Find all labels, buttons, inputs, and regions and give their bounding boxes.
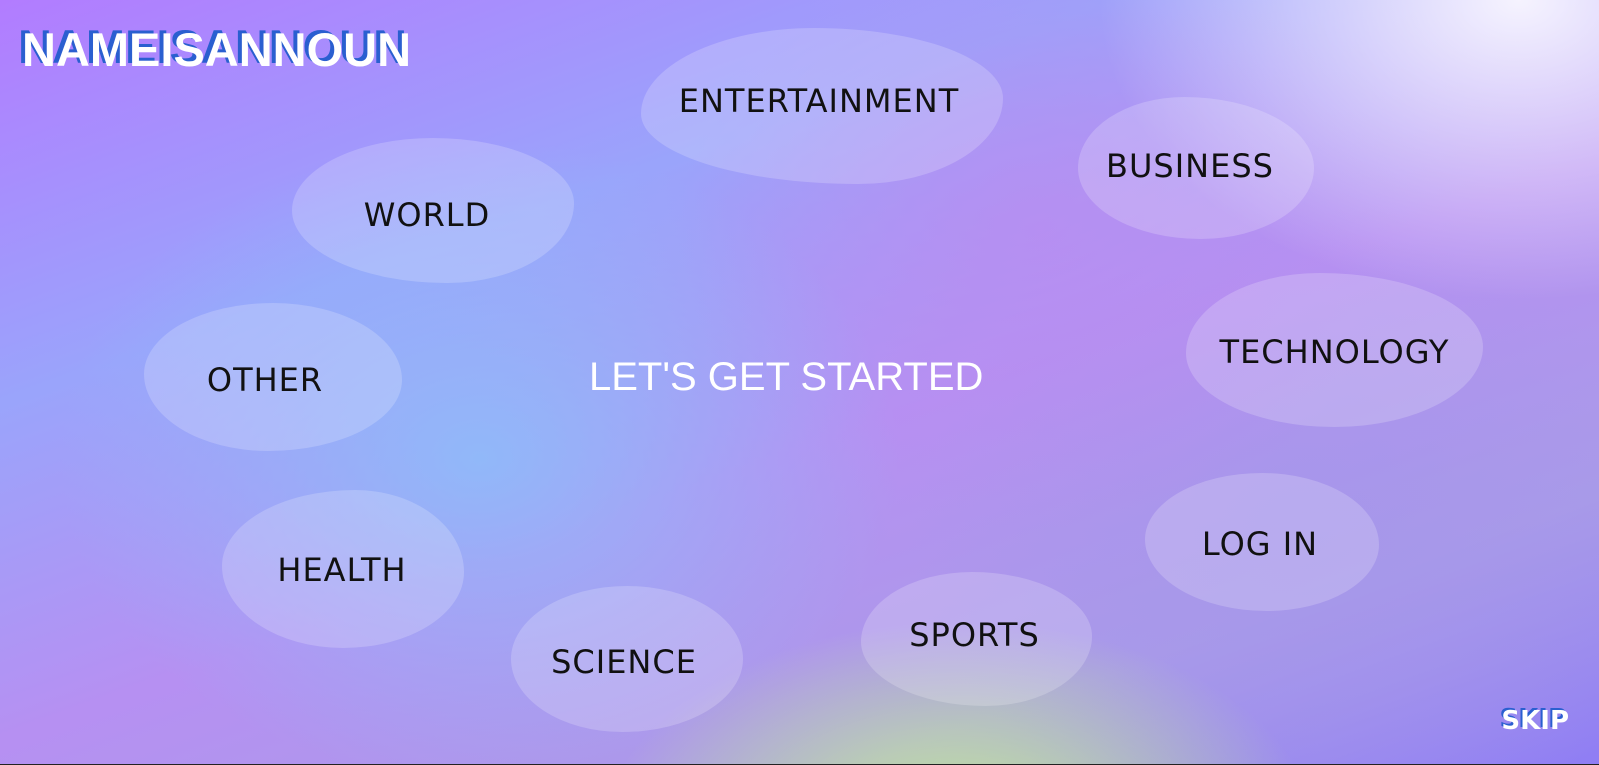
login-bubble-button[interactable]: LOG IN bbox=[1145, 473, 1379, 611]
category-label: OTHER bbox=[206, 361, 324, 399]
category-bubble-science[interactable]: SCIENCE bbox=[511, 586, 743, 732]
category-label: ENTERTAINMENT bbox=[678, 82, 960, 120]
category-label: TECHNOLOGY bbox=[1219, 333, 1450, 371]
category-label: WORLD bbox=[363, 195, 491, 234]
category-bubble-technology[interactable]: TECHNOLOGY bbox=[1186, 273, 1483, 427]
category-label: SCIENCE bbox=[551, 643, 697, 681]
category-label: HEALTH bbox=[277, 551, 407, 589]
category-bubble-health[interactable]: HEALTH bbox=[222, 490, 464, 648]
category-label: BUSINESS bbox=[1106, 147, 1274, 185]
category-bubble-world[interactable]: WORLD bbox=[292, 138, 574, 283]
login-label: LOG IN bbox=[1201, 525, 1319, 563]
logo-text[interactable]: NAMEISANNOUN bbox=[22, 22, 411, 77]
page-title: LET'S GET STARTED bbox=[589, 355, 984, 399]
category-bubble-other[interactable]: OTHER bbox=[144, 303, 402, 451]
category-bubble-business[interactable]: BUSINESS bbox=[1078, 97, 1314, 239]
skip-button[interactable]: SKIP bbox=[1501, 706, 1569, 736]
category-bubble-sports[interactable]: SPORTS bbox=[861, 572, 1092, 706]
category-bubble-entertainment[interactable]: ENTERTAINMENT bbox=[641, 28, 1003, 184]
category-label: SPORTS bbox=[909, 616, 1040, 654]
